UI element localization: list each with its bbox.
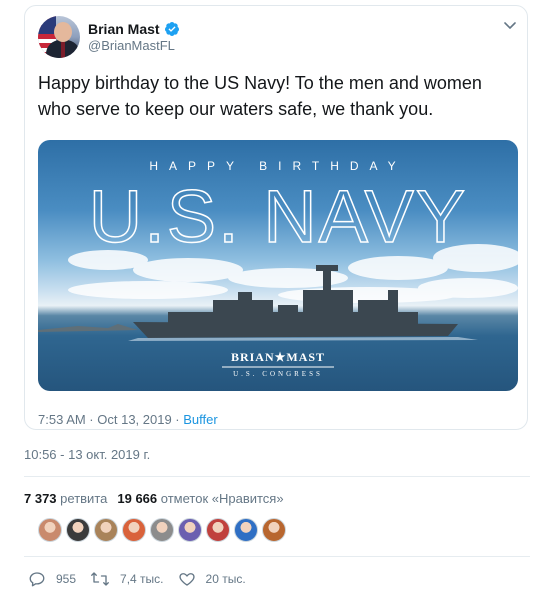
liker-avatar[interactable] (178, 518, 202, 542)
liker-avatars (38, 518, 290, 542)
likes-stat[interactable]: 19 666 отметок «Нравится» (117, 491, 283, 506)
heart-icon (178, 573, 195, 586)
reply-count: 955 (56, 572, 77, 586)
chevron-down-icon[interactable] (503, 18, 517, 32)
liker-avatar[interactable] (66, 518, 90, 542)
likes-label: отметок «Нравится» (160, 491, 284, 506)
image-headline-large: U.S. NAVY (89, 175, 468, 258)
retweet-count: 7,4 тыс. (120, 572, 164, 586)
tweet-source-link[interactable]: Buffer (183, 412, 217, 427)
like-count: 20 тыс. (205, 572, 246, 586)
retweets-label: ретвита (60, 491, 108, 506)
retweet-button[interactable]: 7,4 тыс. (90, 570, 164, 588)
retweets-count: 7 373 (24, 491, 57, 506)
tweet-actions: 955 7,4 тыс. 20 тыс. (28, 570, 260, 588)
embedded-tweet[interactable]: Brian Mast @BrianMastFL Happy birthday t… (24, 5, 528, 430)
reply-button[interactable]: 955 (28, 570, 76, 588)
distant-shore (38, 324, 138, 332)
logo-subtitle: U.S. CONGRESS (233, 370, 323, 378)
verified-badge-icon (164, 21, 180, 37)
liker-avatar[interactable] (150, 518, 174, 542)
liker-avatar[interactable] (206, 518, 230, 542)
tweet-time[interactable]: 7:53 AM · Oct 13, 2019 · (38, 412, 183, 427)
retweet-icon (91, 572, 109, 586)
retweets-stat[interactable]: 7 373 ретвита (24, 491, 107, 506)
avatar[interactable] (38, 16, 80, 58)
liker-avatar[interactable] (234, 518, 258, 542)
tweet-text: Happy birthday to the US Navy! To the me… (38, 73, 482, 119)
avatar-tie (61, 42, 65, 58)
liker-avatar[interactable] (38, 518, 62, 542)
reply-icon (29, 572, 45, 587)
divider (24, 476, 530, 477)
liker-avatar[interactable] (262, 518, 286, 542)
logo-brian-mast: BRIAN★MAST (231, 350, 325, 364)
liker-avatar[interactable] (122, 518, 146, 542)
display-name[interactable]: Brian Mast (88, 21, 160, 37)
avatar-face (54, 22, 72, 42)
likes-count: 19 666 (117, 491, 158, 506)
retweet-timestamp[interactable]: 10:56 - 13 окт. 2019 г. (24, 447, 150, 462)
like-button[interactable]: 20 тыс. (178, 570, 246, 588)
tweet-image[interactable]: HAPPY BIRTHDAY U.S. NAVY BRIAN★MAST U.S.… (38, 140, 518, 391)
tweet-meta: 7:53 AM · Oct 13, 2019 · Buffer (38, 412, 218, 427)
image-headline-small: HAPPY BIRTHDAY (149, 159, 406, 173)
user-handle[interactable]: @BrianMastFL (88, 38, 175, 53)
liker-avatar[interactable] (94, 518, 118, 542)
author-name-row[interactable]: Brian Mast (88, 21, 180, 37)
divider (24, 556, 530, 557)
engagement-stats: 7 373 ретвита 19 666 отметок «Нравится» (24, 491, 284, 506)
